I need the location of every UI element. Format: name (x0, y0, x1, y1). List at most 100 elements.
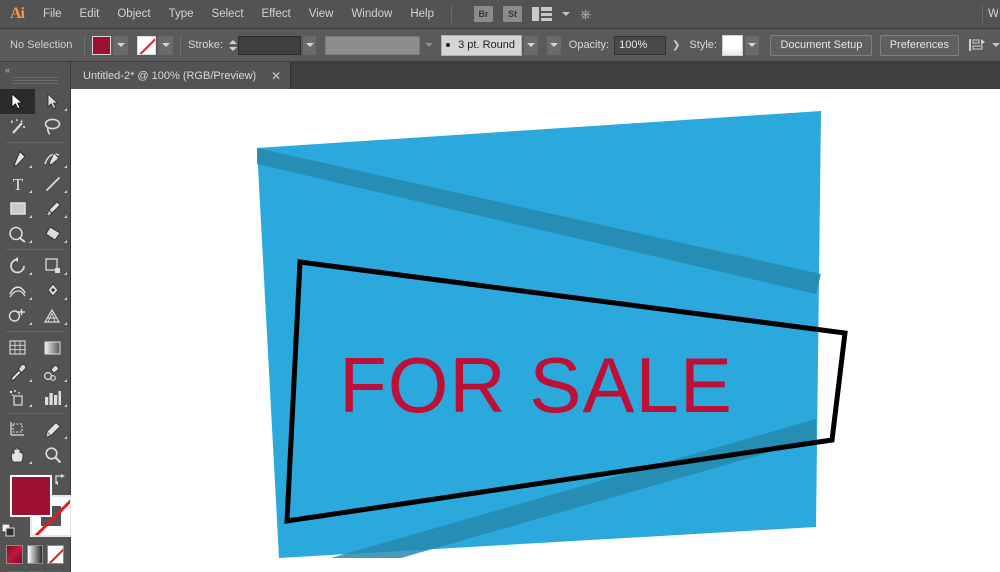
blend-tool[interactable] (35, 360, 70, 385)
free-transform-tool[interactable] (35, 278, 70, 303)
panel-drag-handle[interactable] (12, 77, 58, 86)
control-divider-2 (180, 34, 182, 56)
menu-object[interactable]: Object (108, 0, 159, 29)
search-icon[interactable]: ⎈ (580, 6, 591, 23)
brush-definition-selector[interactable]: 3 pt. Round (441, 34, 523, 56)
width-profile-dropdown[interactable] (422, 36, 436, 55)
menu-select[interactable]: Select (203, 0, 253, 29)
rectangle-tool[interactable] (0, 196, 35, 221)
graphic-style-swatch[interactable] (721, 34, 744, 56)
column-graph-tool[interactable] (35, 385, 70, 410)
close-icon[interactable]: ✕ (268, 69, 284, 83)
shape-builder-tool[interactable] (0, 303, 35, 328)
stroke-swatch[interactable] (137, 35, 157, 55)
stock-button[interactable]: St (503, 6, 522, 22)
curvature-tool[interactable] (35, 146, 70, 171)
gradient-mode-button[interactable] (26, 545, 44, 564)
graphic-style-dropdown[interactable] (745, 35, 759, 55)
slice-tool[interactable] (35, 417, 70, 442)
shaper-tool[interactable] (0, 221, 35, 246)
document-tab[interactable]: Untitled-2* @ 100% (RGB/Preview) ✕ (71, 62, 292, 89)
menubar-tools: Br St ⎈ (474, 6, 591, 23)
selection-tool[interactable] (0, 89, 35, 114)
preferences-button[interactable]: Preferences (879, 34, 959, 56)
tool-divider-4 (6, 413, 64, 414)
document-setup-button[interactable]: Document Setup (770, 34, 873, 56)
control-divider (84, 34, 86, 56)
menu-view[interactable]: View (300, 0, 343, 29)
workspace-divider (982, 6, 983, 23)
stroke-swatch-dropdown[interactable] (158, 35, 174, 55)
stroke-color-group (137, 35, 174, 55)
collapse-panel-icon[interactable]: « (0, 62, 70, 77)
gradient-tool[interactable] (35, 335, 70, 360)
stroke-weight-input[interactable] (238, 35, 301, 55)
pen-tool[interactable] (0, 146, 35, 171)
document-tab-bar: Untitled-2* @ 100% (RGB/Preview) ✕ (71, 62, 1000, 89)
lasso-tool[interactable] (35, 114, 70, 139)
tool-divider (6, 142, 64, 143)
brush-definition-dropdown[interactable] (524, 35, 538, 55)
tool-divider-2 (6, 249, 64, 250)
fill-swatch-dropdown[interactable] (113, 35, 129, 55)
align-to-selection-icon[interactable] (969, 38, 986, 53)
menu-edit[interactable]: Edit (71, 0, 109, 29)
fill-mode-buttons (0, 541, 70, 564)
menu-type[interactable]: Type (160, 0, 203, 29)
fill-swatch[interactable] (92, 35, 112, 55)
eraser-tool[interactable] (35, 221, 70, 246)
opacity-input[interactable]: 100% (614, 35, 666, 55)
menu-help[interactable]: Help (401, 0, 443, 29)
illustrator-window: Ai File Edit Object Type Select Effect V… (0, 0, 1000, 572)
align-dropdown-caret[interactable] (992, 43, 1000, 47)
eyedropper-tool[interactable] (0, 360, 35, 385)
color-mode-button[interactable] (6, 545, 23, 564)
menu-window[interactable]: Window (342, 0, 401, 29)
paintbrush-tool[interactable] (35, 196, 70, 221)
control-bar: No Selection Stroke: 3 pt. Round Opacity (0, 29, 1000, 62)
selection-status: No Selection (10, 39, 73, 51)
tools-panel: « T (0, 62, 72, 572)
swap-fill-stroke-icon[interactable] (54, 473, 67, 486)
artwork-vector[interactable]: FOR SALE (71, 89, 1000, 572)
magic-wand-tool[interactable] (0, 114, 35, 139)
menu-effect[interactable]: Effect (253, 0, 300, 29)
mesh-tool[interactable] (0, 335, 35, 360)
width-profile-input[interactable] (324, 35, 421, 55)
line-segment-tool[interactable] (35, 171, 70, 196)
workspace-switcher[interactable]: W (988, 0, 998, 29)
tool-grid: T (0, 89, 70, 467)
document-tab-title: Untitled-2* @ 100% (RGB/Preview) (83, 69, 257, 82)
app-logo-icon: Ai (10, 5, 25, 22)
bridge-button[interactable]: Br (474, 6, 493, 22)
opacity-label: Opacity: (568, 39, 610, 51)
stroke-label: Stroke: (188, 39, 224, 51)
rotate-tool[interactable] (0, 253, 35, 278)
menubar-divider (451, 5, 452, 23)
scale-tool[interactable] (35, 253, 70, 278)
canvas-area[interactable]: FOR SALE (71, 89, 1000, 572)
stroke-weight-dropdown[interactable] (302, 35, 317, 55)
arrange-dropdown-caret[interactable] (562, 12, 570, 16)
stroke-weight-stepper[interactable] (228, 36, 238, 55)
fill-color-indicator[interactable] (10, 475, 52, 517)
symbol-sprayer-tool[interactable] (0, 385, 35, 410)
none-mode-button[interactable] (47, 545, 65, 564)
direct-selection-tool[interactable] (35, 89, 70, 114)
tool-divider-3 (6, 331, 64, 332)
drawing-mode-buttons (0, 564, 70, 572)
opacity-options-arrow[interactable]: ❯ (672, 40, 680, 51)
width-tool[interactable] (0, 278, 35, 303)
artboard-tool[interactable] (0, 417, 35, 442)
arrange-documents-icon[interactable] (532, 7, 552, 21)
perspective-grid-tool[interactable] (35, 303, 70, 328)
headline-text[interactable]: FOR SALE (339, 341, 733, 429)
default-fill-stroke-icon[interactable] (1, 523, 15, 537)
brush-definition-label: 3 pt. Round (458, 39, 515, 51)
menu-file[interactable]: File (34, 0, 71, 29)
zoom-tool[interactable] (35, 442, 70, 467)
opacity-group-dropdown[interactable] (546, 35, 561, 55)
hand-tool[interactable] (0, 442, 35, 467)
svg-text:T: T (12, 175, 23, 193)
type-tool[interactable]: T (0, 171, 35, 196)
